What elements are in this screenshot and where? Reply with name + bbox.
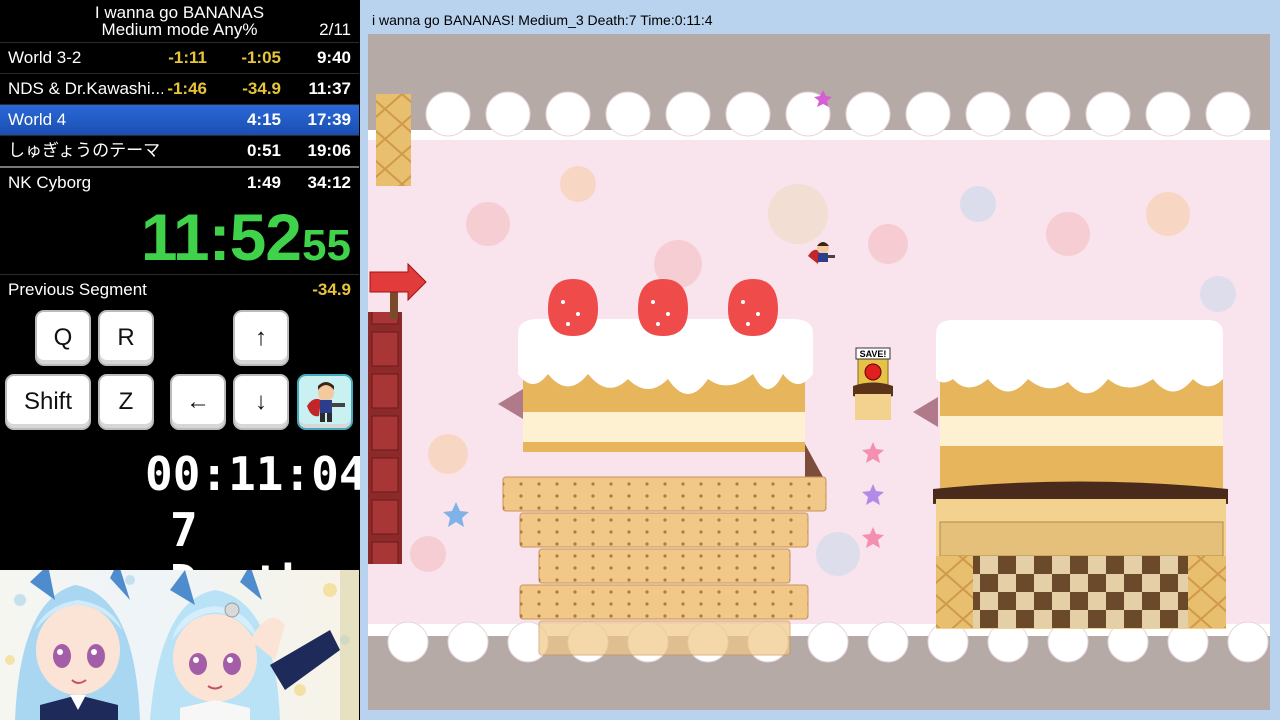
previous-segment-row: Previous Segment -34.9 bbox=[0, 274, 359, 304]
split-time: 9:40 bbox=[316, 48, 351, 67]
game-canvas[interactable]: SAVE! bbox=[368, 34, 1270, 710]
timer-main: 11:52 bbox=[140, 200, 302, 274]
split-name: しゅぎょうのテーマ bbox=[8, 141, 161, 160]
attempt-counter: 2/11 bbox=[319, 20, 351, 39]
chocolate-wall bbox=[368, 312, 402, 564]
split-time: 17:39 bbox=[307, 110, 351, 129]
kid-character-icon bbox=[297, 374, 353, 430]
strawberry-icon bbox=[728, 279, 778, 336]
split-row: World 3-2 -1:11 -1:05 9:40 bbox=[0, 42, 359, 73]
split-delta: -1:46 bbox=[167, 79, 207, 98]
split-segment-delta: -1:05 bbox=[241, 48, 281, 67]
previous-segment-label: Previous Segment bbox=[8, 280, 147, 299]
split-name: World 3-2 bbox=[8, 48, 82, 67]
split-row-current: World 4 4:15 17:39 bbox=[0, 104, 359, 135]
strawberry-icon bbox=[548, 279, 598, 336]
splits-header: I wanna go BANANAS Medium mode Any% 2/11 bbox=[0, 0, 359, 42]
split-time: 34:12 bbox=[307, 173, 351, 192]
key-shift: Shift bbox=[5, 374, 91, 430]
split-name: NK Cyborg bbox=[8, 173, 92, 192]
split-name: World 4 bbox=[8, 110, 67, 129]
wafer-block bbox=[376, 94, 411, 186]
key-r: R bbox=[98, 310, 154, 366]
key-left-arrow: ← bbox=[170, 374, 226, 430]
split-segment-time: 4:15 bbox=[246, 110, 281, 129]
split-row: しゅぎょうのテーマ 0:51 19:06 bbox=[0, 135, 359, 166]
biscuit-stack bbox=[502, 476, 827, 656]
key-z: Z bbox=[98, 374, 154, 430]
run-timer: 11:52 .55 bbox=[0, 200, 359, 274]
save-point: SAVE! bbox=[853, 347, 893, 420]
previous-segment-value: -34.9 bbox=[312, 280, 351, 299]
key-down-arrow: ↓ bbox=[233, 374, 289, 430]
strawberry-icon bbox=[638, 279, 688, 336]
cake-right bbox=[933, 320, 1228, 629]
cake-left bbox=[518, 279, 813, 452]
split-row-final: NK Cyborg 1:49 34:12 bbox=[0, 166, 359, 197]
save-label: SAVE! bbox=[860, 349, 887, 359]
split-time: 19:06 bbox=[307, 141, 351, 160]
key-up-arrow: ↑ bbox=[233, 310, 289, 366]
window-titlebar[interactable]: i wanna go BANANAS! Medium_3 Death:7 Tim… bbox=[360, 0, 1280, 34]
splits-panel: I wanna go BANANAS Medium mode Any% 2/11… bbox=[0, 0, 367, 720]
split-delta: -1:11 bbox=[168, 48, 207, 67]
game-window: i wanna go BANANAS! Medium_3 Death:7 Tim… bbox=[360, 0, 1280, 720]
split-row: NDS & Dr.Kawashi... -1:46 -34.9 11:37 bbox=[0, 73, 359, 104]
in-game-time: 00:11:04 bbox=[145, 447, 367, 501]
split-name: NDS & Dr.Kawashi... bbox=[8, 79, 163, 98]
split-segment-delta: -34.9 bbox=[242, 79, 281, 98]
anime-character-art bbox=[0, 570, 359, 720]
timer-centiseconds: .55 bbox=[289, 221, 351, 270]
split-segment-time: 1:49 bbox=[246, 173, 281, 192]
window-title: i wanna go BANANAS! Medium_3 Death:7 Tim… bbox=[372, 12, 713, 28]
split-segment-time: 0:51 bbox=[246, 141, 281, 160]
key-q: Q bbox=[35, 310, 91, 366]
category-title: Medium mode Any% bbox=[101, 20, 258, 39]
split-time: 11:37 bbox=[308, 79, 351, 98]
